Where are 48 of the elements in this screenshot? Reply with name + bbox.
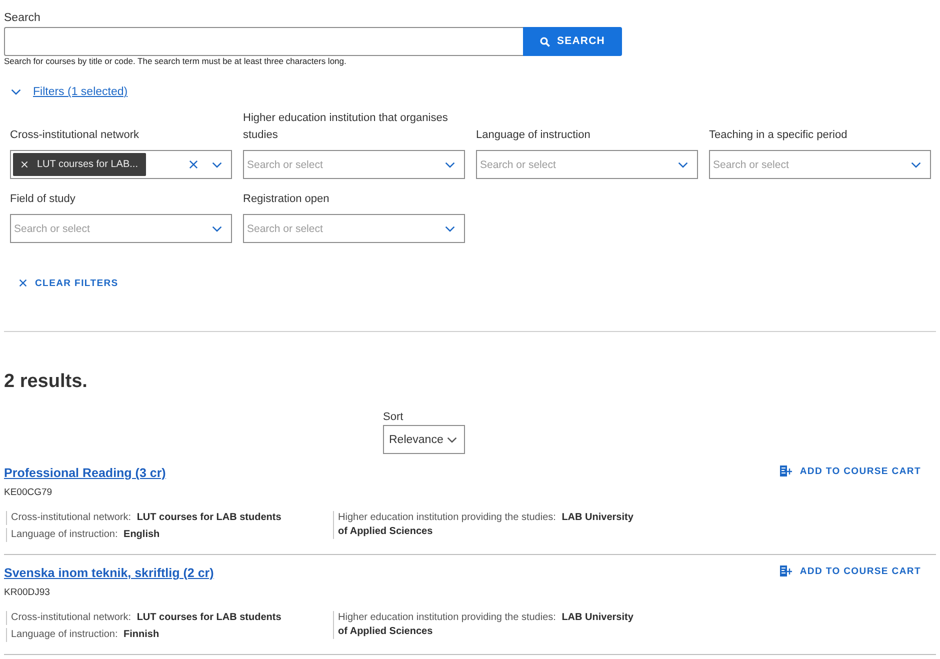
add-to-cart-button[interactable]: ADD TO COURSE CART bbox=[780, 463, 921, 479]
selected-option-chip[interactable]: LUT courses for LAB... bbox=[13, 153, 146, 176]
chevron-down-icon bbox=[212, 162, 222, 168]
chevron-down-icon bbox=[11, 89, 21, 95]
filter-label: Language of instruction bbox=[476, 129, 590, 141]
filter-label: Registration open bbox=[243, 193, 330, 205]
filter-label: Cross-institutional network bbox=[10, 129, 139, 141]
course-detail-text: Cross-institutional network: LUT courses for LAB students bbox=[6, 511, 282, 525]
chevron-down-icon bbox=[445, 226, 455, 232]
sort-label: Sort bbox=[383, 410, 404, 424]
chevron-down-icon bbox=[911, 162, 921, 168]
course-detail-text: Higher education institution providing the studies: LAB University of Applied Sciences bbox=[333, 611, 638, 639]
select-field[interactable]: Search or select bbox=[10, 214, 232, 243]
filter-label: Teaching in a specific period bbox=[709, 129, 848, 141]
course-detail-text: Cross-institutional network: LUT courses for LAB students bbox=[6, 611, 282, 625]
select-field[interactable]: Search or select bbox=[709, 150, 931, 179]
chevron-down-icon bbox=[678, 162, 688, 168]
chevron-down-icon bbox=[445, 162, 455, 168]
course-title-link[interactable]: Professional Reading (3 cr) bbox=[4, 466, 166, 480]
clear-icon bbox=[189, 160, 198, 169]
filter-label: Field of study bbox=[10, 193, 76, 205]
course-title-link[interactable]: Svenska inom teknik, skriftlig (2 cr) bbox=[4, 566, 214, 580]
search-field[interactable] bbox=[4, 27, 523, 56]
course-code: KE00CG79 bbox=[4, 486, 52, 500]
chevron-down-icon bbox=[447, 436, 457, 442]
add-to-cart-button[interactable]: ADD TO COURSE CART bbox=[780, 563, 921, 579]
clear-filters-button[interactable]: CLEAR FILTERS bbox=[17, 273, 120, 293]
select-field[interactable]: Search or select bbox=[476, 150, 698, 179]
search-icon bbox=[540, 36, 550, 46]
sort-select[interactable]: Relevance bbox=[383, 425, 465, 454]
chevron-down-icon bbox=[212, 226, 222, 232]
add-to-cart-icon bbox=[780, 465, 792, 477]
course-detail-text: Higher education institution providing the studies: LAB University of Applied Sciences bbox=[333, 511, 638, 539]
search-label: Search bbox=[4, 11, 40, 25]
filters-toggle[interactable]: Filters (1 selected) bbox=[4, 83, 128, 101]
select-field[interactable]: Search or select bbox=[243, 214, 465, 243]
close-icon bbox=[19, 279, 27, 287]
add-to-cart-icon bbox=[780, 565, 792, 577]
course-detail-text: Language of instruction: English bbox=[6, 528, 160, 542]
select-field[interactable]: Search or select bbox=[243, 150, 465, 179]
filter-label: Higher education institution that organises studies bbox=[243, 112, 448, 141]
search-hint: Search for courses by title or code. The search term must be at least three characters long. bbox=[4, 56, 346, 66]
search-button[interactable]: SEARCH bbox=[523, 27, 622, 56]
course-detail-text: Language of instruction: Finnish bbox=[6, 628, 160, 642]
course-code: KR00DJ93 bbox=[4, 586, 50, 600]
remove-icon bbox=[21, 161, 28, 168]
results-heading: 2 results. bbox=[4, 370, 88, 394]
select-field[interactable]: LUT courses for LAB... bbox=[10, 150, 232, 179]
